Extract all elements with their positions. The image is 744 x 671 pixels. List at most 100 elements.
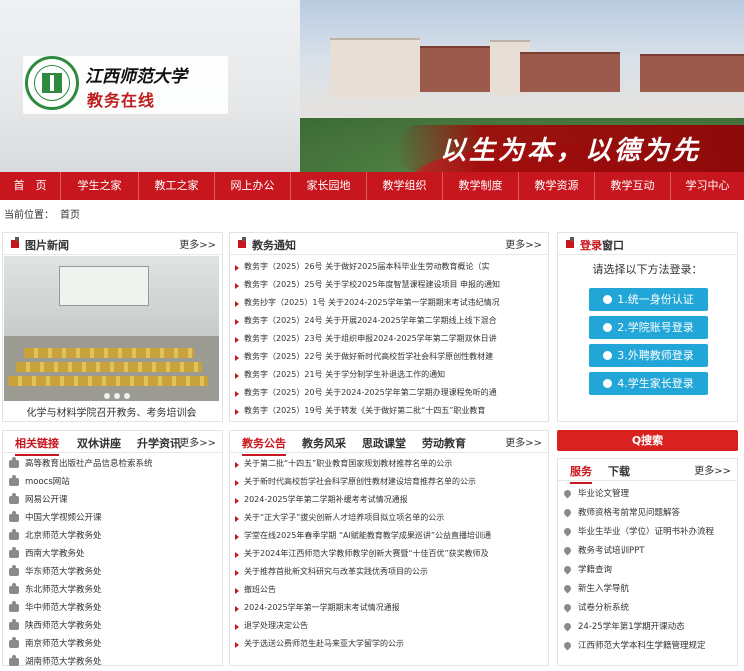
service-item[interactable]: 毕业生毕业（学位）证明书补办流程 <box>558 523 737 542</box>
people-icon <box>9 637 19 648</box>
tab-ideology[interactable]: 思政课堂 <box>362 435 406 451</box>
nav-item-office[interactable]: 网上办公 <box>215 172 291 200</box>
announcement-item[interactable]: 关于推荐首批新文科研究与改革实践优秀项目的公示 <box>230 563 548 581</box>
notices-panel: 教务通知 更多>> 教务字（2025）26号 关于做好2025届本科毕业生劳动教育… <box>229 232 549 422</box>
campus-building <box>420 46 490 92</box>
nav-item-resources[interactable]: 教学资源 <box>519 172 595 200</box>
notice-item[interactable]: 教务字（2025）25号 关于学校2025年度智慧课程建设项目 申报的通知 <box>230 276 548 294</box>
services-panel: 服务 下载 更多>> 毕业论文管理 教师资格考前常见问题解答 毕业生毕业（学位）… <box>557 458 738 666</box>
breadcrumb-current[interactable]: 首页 <box>60 210 80 221</box>
tab-weekend-lectures[interactable]: 双休讲座 <box>77 435 121 451</box>
announcement-item[interactable]: 关于新时代高校哲学社会科学原创性教材建设培育推荐名单的公示 <box>230 473 548 491</box>
nav-item-regulations[interactable]: 教学制度 <box>443 172 519 200</box>
notice-item[interactable]: 教务字（2025）26号 关于做好2025届本科毕业生劳动教育概论（实 <box>230 258 548 276</box>
service-item[interactable]: 24-25学年第1学期开课动态 <box>558 618 737 637</box>
tab-admission-info[interactable]: 升学资讯 <box>137 435 181 451</box>
login-college-button[interactable]: 2.学院账号登录 <box>589 316 708 339</box>
login-external-teacher-button[interactable]: 3.外聘教师登录 <box>589 344 708 367</box>
login-parent-button[interactable]: 4.学生家长登录 <box>589 372 708 395</box>
login-title-rest: 窗口 <box>602 239 624 252</box>
notice-item[interactable]: 教务字（2025）23号 关于组织申报2024-2025学年第二学期双休日讲 <box>230 330 548 348</box>
announcements-panel: 教务公告 教务风采 思政课堂 劳动教育 更多>> 关于第二批“十四五”职业教育国… <box>229 430 549 666</box>
notice-item[interactable]: 教务字（2025）24号 关于开展2024-2025学年第二学期线上线下混合 <box>230 312 548 330</box>
nav-item-staff[interactable]: 教工之家 <box>139 172 215 200</box>
link-item[interactable]: 东北师范大学教务处 <box>3 581 222 599</box>
tab-labor[interactable]: 劳动教育 <box>422 435 466 451</box>
user-icon <box>603 351 613 360</box>
link-item[interactable]: 湖南师范大学教务处 <box>3 653 222 671</box>
links-panel: 相关链接 双休讲座 升学资讯 更多>> 高等教育出版社产品信息检索系统 mooc… <box>2 430 223 667</box>
photo-news-title: 图片新闻 <box>25 239 69 252</box>
location-pin-icon <box>562 507 573 518</box>
location-pin-icon <box>562 602 573 613</box>
service-item[interactable]: 试卷分析系统 <box>558 599 737 618</box>
section-icon <box>566 237 574 248</box>
service-item[interactable]: 新生入学导航 <box>558 580 737 599</box>
people-icon <box>9 493 19 504</box>
links-more-link[interactable]: 更多>> <box>179 434 216 449</box>
breadcrumb-label: 当前位置： <box>4 210 54 221</box>
tab-services[interactable]: 服务 <box>570 463 592 484</box>
service-item[interactable]: 学籍查询 <box>558 561 737 580</box>
service-item[interactable]: 毕业论文管理 <box>558 485 737 504</box>
site-logo[interactable]: 江西师范大学 教务在线 <box>23 56 228 114</box>
tab-downloads[interactable]: 下载 <box>608 463 630 479</box>
photo-news-image[interactable] <box>4 256 219 401</box>
tab-announcements[interactable]: 教务公告 <box>242 435 286 456</box>
login-unified-button[interactable]: 1.统一身份认证 <box>589 288 708 311</box>
location-pin-icon <box>562 583 573 594</box>
service-item[interactable]: 教务考试培训PPT <box>558 542 737 561</box>
link-item[interactable]: 南京师范大学教务处 <box>3 635 222 653</box>
people-icon <box>9 475 19 486</box>
campus-building <box>640 54 744 92</box>
service-item[interactable]: 教师资格考前常见问题解答 <box>558 504 737 523</box>
link-item[interactable]: 中国大学视频公开课 <box>3 509 222 527</box>
nav-item-learning[interactable]: 学习中心 <box>671 172 744 200</box>
location-pin-icon <box>562 564 573 575</box>
notice-item[interactable]: 教务字（2025）19号 关于转发《关于做好第二批“十四五”职业教育 <box>230 402 548 420</box>
link-item[interactable]: 高等教育出版社产品信息检索系统 <box>3 455 222 473</box>
notice-item[interactable]: 教务抄字（2025）1号 关于2024-2025学年第一学期期末考试违纪情况 <box>230 294 548 312</box>
announcement-item[interactable]: 关于“正大学子”拔尖创新人才培养项目拟立项名单的公示 <box>230 509 548 527</box>
link-item[interactable]: 华中师范大学教务处 <box>3 599 222 617</box>
announcements-more-link[interactable]: 更多>> <box>505 434 542 449</box>
photo-news-more-link[interactable]: 更多>> <box>179 236 216 251</box>
photo-news-caption[interactable]: 化学与材料学院召开教务、考务培训会 <box>0 404 223 419</box>
link-item[interactable]: 网易公开课 <box>3 491 222 509</box>
notice-item[interactable]: 教务字（2025）20号 关于2024-2025学年第二学期办理课程免听的通 <box>230 384 548 402</box>
people-icon <box>9 601 19 612</box>
announcement-item[interactable]: 2024-2025学年第一学期期末考试情况通报 <box>230 599 548 617</box>
university-seal-icon <box>25 56 79 110</box>
notice-item[interactable]: 教务字（2025）21号 关于学分制学生补退选工作的通知 <box>230 366 548 384</box>
link-item[interactable]: 北京师范大学教务处 <box>3 527 222 545</box>
nav-item-home[interactable]: 首 页 <box>0 172 61 200</box>
nav-item-organization[interactable]: 教学组织 <box>367 172 443 200</box>
notices-more-link[interactable]: 更多>> <box>505 236 542 251</box>
tab-style[interactable]: 教务风采 <box>302 435 346 451</box>
nav-item-students[interactable]: 学生之家 <box>61 172 139 200</box>
link-item[interactable]: moocs网站 <box>3 473 222 491</box>
campus-building <box>520 52 620 92</box>
announcement-item[interactable]: 2024-2025学年第二学期补缓考考试情况通报 <box>230 491 548 509</box>
campus-building <box>330 38 420 98</box>
nav-item-interaction[interactable]: 教学互动 <box>595 172 671 200</box>
announcement-item[interactable]: 撤班公告 <box>230 581 548 599</box>
nav-item-parents[interactable]: 家长园地 <box>291 172 367 200</box>
link-item[interactable]: 西南大学教务处 <box>3 545 222 563</box>
people-icon <box>9 511 19 522</box>
announcement-item[interactable]: 学堂在线2025年春季学期 “AI赋能教育教学成果巡讲”公益直播培训通 <box>230 527 548 545</box>
tab-related-links[interactable]: 相关链接 <box>15 435 59 456</box>
search-button[interactable]: Q搜索 <box>557 430 738 451</box>
announcement-item[interactable]: 关于2024年江西师范大学教师教学创新大赛暨“十佳百优”获奖教师及 <box>230 545 548 563</box>
location-pin-icon <box>562 545 573 556</box>
notice-item[interactable]: 教务字（2025）22号 关于做好新时代高校哲学社会科学原创性教材建 <box>230 348 548 366</box>
link-item[interactable]: 华东师范大学教务处 <box>3 563 222 581</box>
announcement-item[interactable]: 关于选送公费师范生赴马来亚大学留学的公示 <box>230 635 548 653</box>
services-more-link[interactable]: 更多>> <box>694 462 731 477</box>
carousel-dots[interactable] <box>104 392 134 401</box>
announcement-item[interactable]: 关于第二批“十四五”职业教育国家规划教材推荐名单的公示 <box>230 455 548 473</box>
service-item[interactable]: 江西师范大学本科生学籍管理规定 <box>558 637 737 656</box>
announcement-item[interactable]: 退学处理决定公告 <box>230 617 548 635</box>
link-item[interactable]: 陕西师范大学教务处 <box>3 617 222 635</box>
user-icon <box>603 379 613 388</box>
